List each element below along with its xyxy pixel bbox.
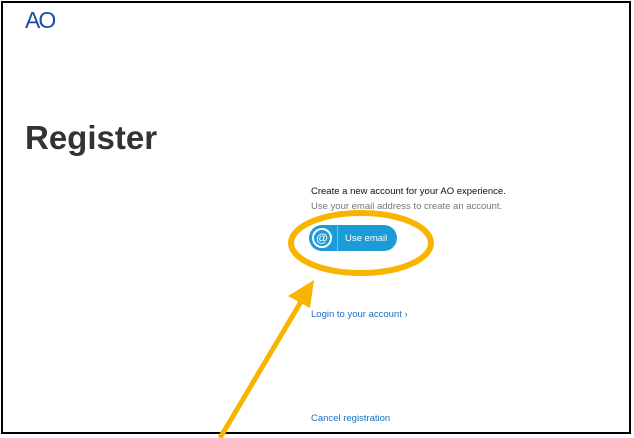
browser-window: AO Register Create a new account for you…	[1, 1, 631, 434]
register-subline: Use your email address to create an acco…	[311, 201, 503, 212]
button-divider	[337, 225, 338, 251]
login-link[interactable]: Login to your account ›	[311, 309, 408, 320]
use-email-button[interactable]: @ Use email	[309, 225, 397, 251]
ao-logo[interactable]: AO	[25, 7, 56, 34]
register-headline: Create a new account for your AO experie…	[311, 186, 506, 197]
page-title: Register	[25, 119, 158, 156]
use-email-label: Use email	[345, 232, 388, 244]
at-sign-icon: @	[312, 228, 332, 248]
cancel-registration-link[interactable]: Cancel registration	[311, 413, 390, 424]
